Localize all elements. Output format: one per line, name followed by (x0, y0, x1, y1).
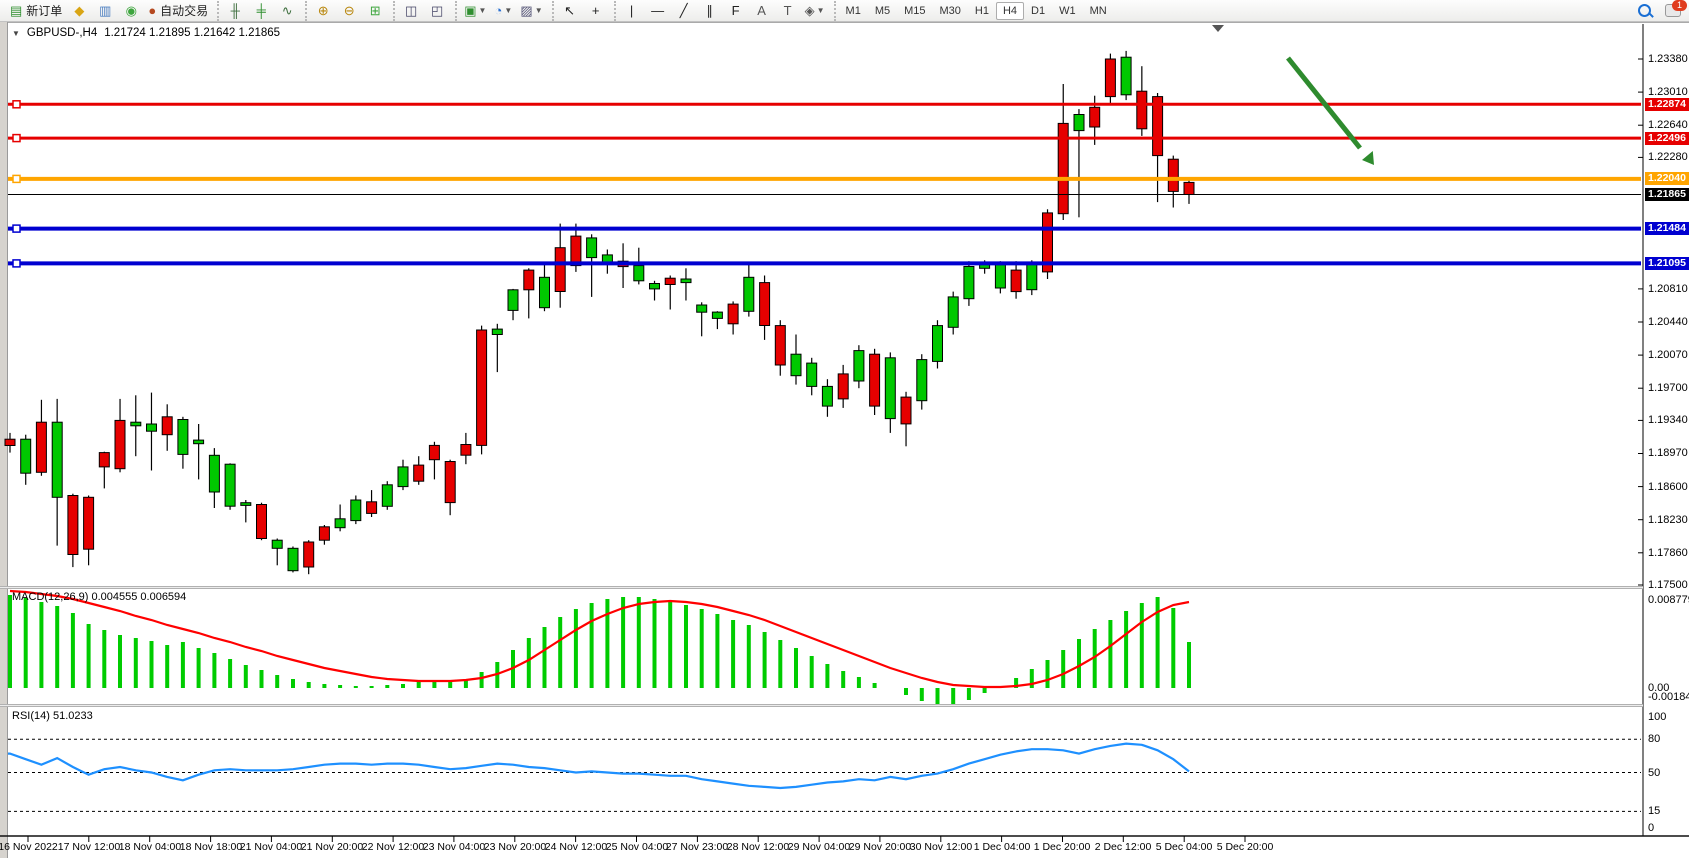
price-tick-label: 1.22640 (1648, 119, 1688, 131)
time-axis-label: 23 Nov 20:00 (484, 841, 546, 853)
time-axis-label: 2 Dec 12:00 (1095, 841, 1152, 853)
price-tick-label: 1.23380 (1648, 53, 1688, 65)
time-axis-label: 16 Nov 2022 (0, 841, 58, 853)
time-axis-label: 1 Dec 04:00 (974, 841, 1031, 853)
price-tick-label: 1.23010 (1648, 86, 1688, 98)
time-axis-label: 23 Nov 04:00 (423, 841, 485, 853)
rsi-line (8, 744, 1189, 788)
chart-title: ▼ GBPUSD-,H4 1.21724 1.21895 1.21642 1.2… (12, 27, 280, 39)
price-tick-label: 1.18970 (1648, 447, 1688, 459)
time-axis-label: 1 Dec 20:00 (1034, 841, 1091, 853)
time-axis-label: 30 Nov 12:00 (910, 841, 972, 853)
price-line-label: 1.21484 (1645, 222, 1689, 235)
price-tick-label: 1.22280 (1648, 151, 1688, 163)
rsi-tick-label: 100 (1648, 711, 1666, 723)
macd-pane-separator[interactable] (0, 586, 1643, 589)
hline-anchor[interactable] (13, 175, 20, 182)
rsi-tick-label: 80 (1648, 733, 1660, 745)
price-tick-label: 1.18230 (1648, 514, 1688, 526)
price-tick-label: 1.19700 (1648, 382, 1688, 394)
time-axis-label: 21 Nov 04:00 (240, 841, 302, 853)
quote-ohlc-label: 1.21724 1.21895 1.21642 1.21865 (104, 27, 280, 39)
trend-arrow-annotation[interactable] (1288, 58, 1374, 165)
price-tick-label: 1.19340 (1648, 414, 1688, 426)
chart-canvas[interactable] (0, 0, 1689, 858)
time-axis-label: 25 Nov 04:00 (606, 841, 668, 853)
time-axis-label: 29 Nov 20:00 (849, 841, 911, 853)
hline-anchor[interactable] (13, 135, 20, 142)
time-axis-label: 24 Nov 12:00 (545, 841, 607, 853)
hline-anchor[interactable] (13, 225, 20, 232)
rsi-tick-label: 15 (1648, 805, 1660, 817)
hline-anchor[interactable] (13, 260, 20, 267)
price-line-label: 1.22040 (1645, 172, 1689, 185)
time-axis-label: 21 Nov 20:00 (301, 841, 363, 853)
rsi-pane-separator[interactable] (0, 704, 1643, 707)
time-axis-label: 17 Nov 12:00 (58, 841, 120, 853)
time-axis-label: 28 Nov 12:00 (727, 841, 789, 853)
macd-indicator-label: MACD(12,26,9) 0.004555 0.006594 (12, 591, 186, 603)
time-axis-label: 5 Dec 20:00 (1217, 841, 1274, 853)
price-tick-label: 1.20070 (1648, 349, 1688, 361)
macd-tick-label: 0.008779 (1648, 594, 1689, 606)
macd-tick-label: -0.001842 (1648, 691, 1689, 703)
rsi-tick-label: 0 (1648, 822, 1654, 834)
price-line-label: 1.21095 (1645, 257, 1689, 270)
price-tick-label: 1.20810 (1648, 283, 1688, 295)
price-tick-label: 1.17860 (1648, 547, 1688, 559)
price-tick-label: 1.18600 (1648, 481, 1688, 493)
hline-anchor[interactable] (13, 101, 20, 108)
chart-shift-marker[interactable] (1212, 25, 1224, 32)
time-axis-label: 27 Nov 23:00 (666, 841, 728, 853)
time-axis-label: 22 Nov 12:00 (362, 841, 424, 853)
time-axis-label: 18 Nov 04:00 (119, 841, 181, 853)
time-axis-label: 18 Nov 18:00 (180, 841, 242, 853)
candlesticks (5, 51, 1194, 574)
time-axis-label: 5 Dec 04:00 (1156, 841, 1213, 853)
price-line-label: 1.22874 (1645, 98, 1689, 111)
macd-signal-line (10, 591, 1189, 687)
symbol-period-label: GBPUSD-,H4 (27, 27, 97, 39)
rsi-indicator-label: RSI(14) 51.0233 (12, 710, 93, 722)
price-line-label: 1.22496 (1645, 132, 1689, 145)
mt4-window: ▤新订单◆▥◉●自动交易╫╪∿⊕⊖⊞◫◰▣▼◔▼▨▼↖+|—╱∥FAT◈▼M1M… (0, 0, 1689, 858)
rsi-tick-label: 50 (1648, 767, 1660, 779)
macd-histogram (8, 595, 1191, 706)
chart-collapse-icon[interactable]: ▼ (12, 29, 20, 38)
price-line-label: 1.21865 (1645, 188, 1689, 201)
price-tick-label: 1.20440 (1648, 316, 1688, 328)
price-tick-label: 1.17500 (1648, 579, 1688, 591)
time-axis-label: 29 Nov 04:00 (788, 841, 850, 853)
